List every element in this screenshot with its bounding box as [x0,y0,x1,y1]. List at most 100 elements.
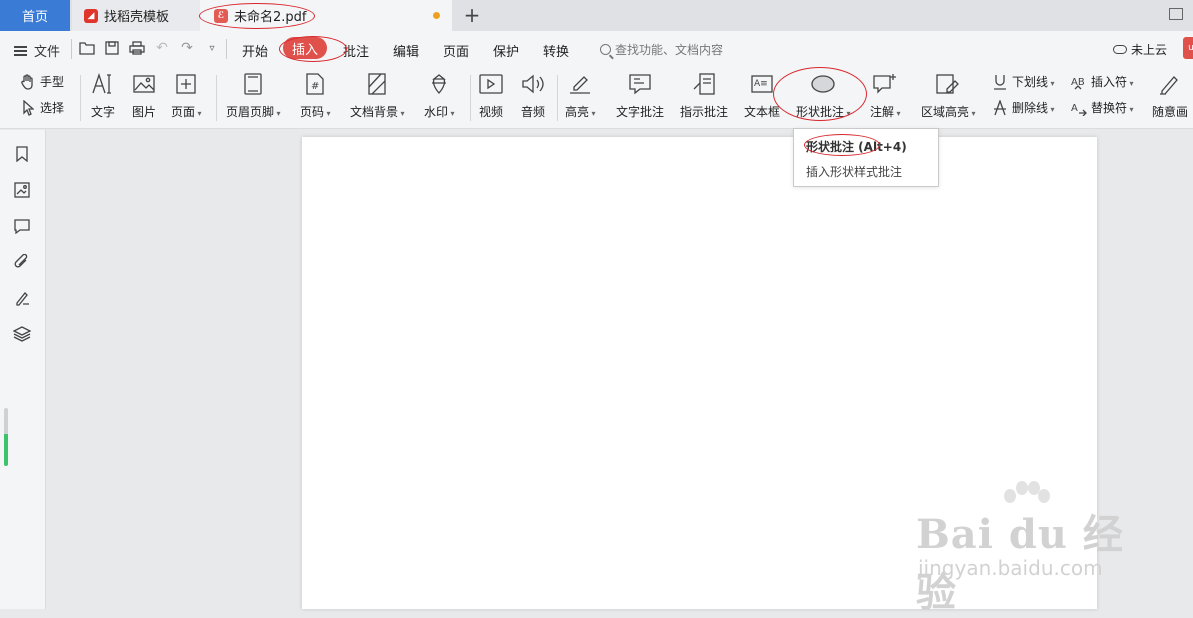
menu-row: 文件 ↶ ↷ ▿ 开始 插入 批注 编辑 页面 保护 转换 查找功能、文档内容 … [0,31,1193,67]
svg-text:#: # [311,81,319,92]
file-menu-button[interactable]: 文件 [14,41,60,60]
search-icon [600,44,611,55]
tab-bar: 首页 ◢ 找稻壳模板 ℰ 未命名2.pdf + [0,0,1193,31]
cloud-status-button[interactable]: 未上云 [1113,41,1167,58]
text-comment-label: 文字批注 [616,105,665,119]
pointer-comment-label: 指示批注 [680,105,729,119]
text-comment-button[interactable]: 文字批注 [616,71,664,120]
watermark-label: 水印 [424,103,455,120]
tab-convert[interactable]: 转换 [543,41,569,60]
freehand-button[interactable]: 随意画 [1152,71,1188,120]
comment-icon[interactable] [13,217,31,235]
print-icon[interactable] [129,40,145,56]
underline-icon [992,74,1008,90]
save-icon[interactable] [104,40,120,56]
bookmark-icon[interactable] [13,145,31,163]
strikethrough-icon [992,99,1008,116]
divider [80,75,81,121]
baidu-jingyan-watermark: Bai du 经验 jingyan.baidu.com [912,480,1132,616]
insert-audio-label: 音频 [520,105,545,119]
signature-icon[interactable] [13,289,31,307]
cloud-icon [1113,45,1127,54]
replace-icon: A [1071,100,1087,116]
shape-comment-button[interactable]: 形状批注 [796,71,851,120]
pen-icon [1157,71,1183,97]
pointer-comment-button[interactable]: 指示批注 [680,71,728,120]
note-button[interactable]: 注解 [870,71,901,120]
unsaved-dot-icon [433,12,440,19]
insert-symbol-button[interactable]: AB 插入符 [1071,73,1134,90]
area-highlight-label: 区域高亮 [921,103,976,120]
new-tab-button[interactable]: + [462,3,482,27]
docer-logo-icon: ◢ [84,8,98,23]
tab-document[interactable]: ℰ 未命名2.pdf [200,0,452,31]
highlight-button[interactable]: 高亮 [565,71,596,120]
tab-annotate[interactable]: 批注 [343,41,369,60]
hand-icon [20,73,36,90]
insert-page-button[interactable]: 页面 [171,71,202,120]
text-comment-icon [627,71,653,97]
insert-image-button[interactable]: 图片 [131,71,157,120]
page-number-icon: # [302,71,328,97]
shape-comment-label: 形状批注 [796,103,851,120]
hand-tool-label: 手型 [40,75,65,89]
undo-icon[interactable]: ↶ [154,40,170,56]
tab-insert[interactable]: 插入 [283,37,327,59]
left-sidebar [0,130,46,609]
tab-template[interactable]: ◢ 找稻壳模板 [72,0,200,31]
thumbnail-icon[interactable] [13,181,31,199]
attachment-icon[interactable] [13,253,31,271]
page-number-label: 页码 [300,103,331,120]
highlight-label: 高亮 [565,103,596,120]
tab-start[interactable]: 开始 [242,41,268,60]
hand-tool-button[interactable]: 手型 [20,73,64,90]
audio-icon [520,71,546,97]
background-icon [364,71,390,97]
tab-template-label: 找稻壳模板 [104,10,170,25]
replace-symbol-button[interactable]: A 替换符 [1071,99,1134,116]
window-restore-icon[interactable] [1169,8,1183,20]
replace-symbol-label: 替换符 [1091,99,1134,116]
insert-page-label: 页面 [171,103,202,120]
search-box[interactable]: 查找功能、文档内容 [600,41,723,58]
scroll-indicator[interactable] [4,408,8,466]
strikethrough-label: 删除线 [1012,99,1055,116]
layers-icon[interactable] [13,325,31,343]
strikethrough-button[interactable]: 删除线 [992,99,1055,116]
document-background-button[interactable]: 文档背景 [350,71,405,120]
tab-home[interactable]: 首页 [0,0,70,31]
tab-document-label: 未命名2.pdf [234,10,307,25]
underline-label: 下划线 [1012,73,1055,90]
redo-icon[interactable]: ↷ [179,40,195,56]
watermark-button[interactable]: 水印 [424,71,455,120]
customize-dropdown-icon[interactable]: ▿ [204,40,220,56]
tooltip-title: 形状批注 (Alt+4) [806,140,907,154]
shape-comment-tooltip: 形状批注 (Alt+4) 插入形状样式批注 [793,128,939,187]
open-folder-icon[interactable] [79,40,95,56]
pdf-file-icon: ℰ [214,8,228,23]
svg-text:A: A [1071,103,1078,114]
share-button[interactable]: u [1183,37,1193,59]
header-footer-button[interactable]: 页眉页脚 [226,71,281,120]
insert-video-button[interactable]: 视频 [478,71,504,120]
freehand-label: 随意画 [1152,105,1189,119]
insert-text-button[interactable]: 文字 [90,71,116,120]
insert-image-label: 图片 [131,105,156,119]
pointer-comment-icon [691,71,717,97]
textbox-label: 文本框 [744,105,781,119]
tab-page[interactable]: 页面 [443,41,469,60]
select-tool-button[interactable]: 选择 [20,99,64,116]
highlighter-icon [567,71,593,97]
tab-edit[interactable]: 编辑 [393,41,419,60]
area-highlight-button[interactable]: 区域高亮 [921,71,976,120]
page-number-button[interactable]: # 页码 [300,71,331,120]
insert-audio-button[interactable]: 音频 [520,71,546,120]
textbox-button[interactable]: A≡ 文本框 [744,71,780,120]
insert-text-label: 文字 [90,105,115,119]
select-tool-label: 选择 [40,101,65,115]
image-icon [131,71,157,97]
underline-button[interactable]: 下划线 [992,73,1055,90]
divider [216,75,217,121]
tab-protect[interactable]: 保护 [493,41,519,60]
divider [226,39,227,59]
